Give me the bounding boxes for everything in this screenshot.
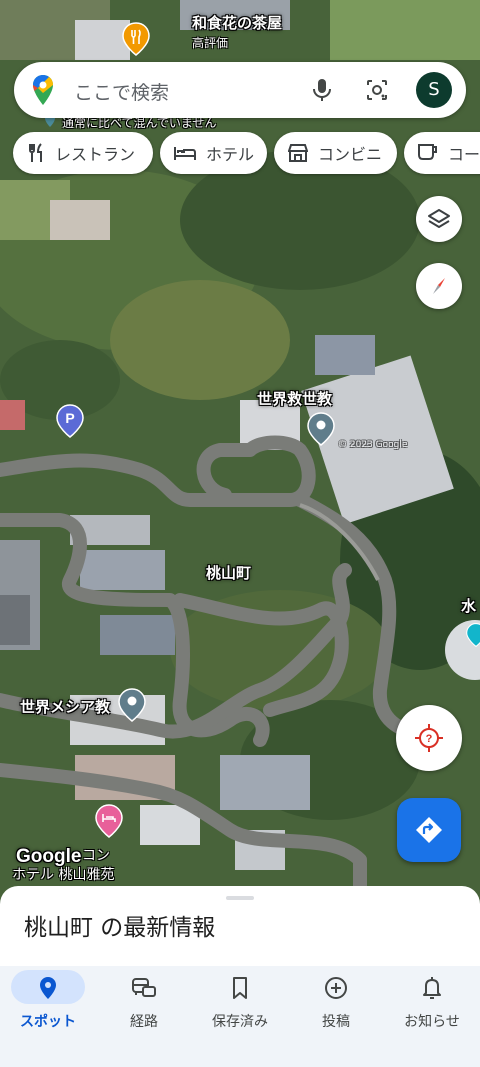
nav-commute[interactable]: 経路: [96, 966, 192, 1067]
nav-label: 投稿: [322, 1014, 350, 1030]
compass-icon: [433, 278, 445, 294]
my-location-button[interactable]: ?: [396, 705, 462, 771]
restaurant-pin-icon[interactable]: [121, 22, 151, 56]
imagery-copyright: © 2023 Google: [338, 440, 408, 450]
lens-camera-icon[interactable]: [365, 78, 389, 102]
hotel-pin-icon[interactable]: [95, 804, 123, 838]
nav-label: 保存済み: [212, 1014, 268, 1030]
place-label-sekai-messiah[interactable]: 世界メシア教: [20, 696, 110, 717]
nav-explore[interactable]: スポット: [0, 966, 96, 1067]
svg-text:P: P: [65, 410, 74, 426]
nav-label: 経路: [130, 1014, 158, 1030]
location-unknown-icon: ?: [415, 724, 443, 752]
bottom-sheet[interactable]: 桃山町 の最新情報: [0, 886, 480, 966]
google-logo: Google: [16, 846, 82, 867]
store-icon: [288, 144, 308, 162]
bell-icon: [423, 977, 441, 999]
nav-saved[interactable]: 保存済み: [192, 966, 288, 1067]
directions-icon: [416, 817, 442, 843]
bottom-navigation: スポット 経路 保存済み 投稿 お知らせ: [0, 966, 480, 1067]
layers-button[interactable]: [416, 196, 462, 242]
place-label-partial[interactable]: 水: [461, 595, 476, 616]
restaurant-label[interactable]: 和食花の茶屋: [192, 12, 282, 33]
sheet-drag-handle[interactable]: [226, 896, 254, 900]
search-input[interactable]: ここで検索: [74, 78, 169, 105]
svg-text:?: ?: [426, 733, 433, 745]
place-pin-icon[interactable]: [307, 412, 335, 446]
chip-label: ホテル: [206, 145, 255, 164]
chip-coffee[interactable]: コーヒー: [404, 132, 480, 174]
commute-icon: [132, 978, 156, 997]
sheet-title: 桃山町 の最新情報: [24, 915, 216, 941]
chip-label: レストラン: [55, 145, 136, 164]
parking-pin-icon[interactable]: P: [56, 404, 84, 438]
restaurant-rating-label: 高評価: [192, 36, 229, 50]
hotel-partial-label: コン: [82, 848, 110, 864]
place-pin-icon[interactable]: [118, 688, 146, 722]
water-pin-icon[interactable]: [466, 618, 480, 652]
bookmark-icon: [233, 977, 247, 999]
location-pin-icon: [40, 977, 56, 999]
coffee-icon: [418, 144, 437, 160]
chip-convenience-store[interactable]: コンビニ: [274, 132, 397, 174]
bed-icon: [174, 147, 196, 160]
compass-button[interactable]: [416, 263, 462, 309]
microphone-icon[interactable]: [311, 78, 333, 102]
chip-hotel[interactable]: ホテル: [160, 132, 267, 174]
chip-label: コーヒー: [448, 145, 480, 164]
directions-button[interactable]: [397, 798, 461, 862]
account-avatar[interactable]: S: [416, 72, 452, 108]
nav-label: スポット: [20, 1014, 76, 1030]
maps-logo-icon: [33, 75, 53, 105]
chip-restaurant[interactable]: レストラン: [13, 132, 153, 174]
town-label: 桃山町: [206, 564, 252, 582]
search-bar[interactable]: ここで検索 S: [14, 62, 466, 118]
nav-label: お知らせ: [404, 1014, 460, 1030]
add-circle-icon: [325, 977, 347, 999]
nav-contribute[interactable]: 投稿: [288, 966, 384, 1067]
place-label-sekai-kyuseikyo[interactable]: 世界救世教: [257, 388, 332, 409]
nav-updates[interactable]: お知らせ: [384, 966, 480, 1067]
fork-knife-icon: [29, 143, 42, 162]
layers-icon: [428, 209, 450, 228]
chip-label: コンビニ: [318, 145, 383, 164]
